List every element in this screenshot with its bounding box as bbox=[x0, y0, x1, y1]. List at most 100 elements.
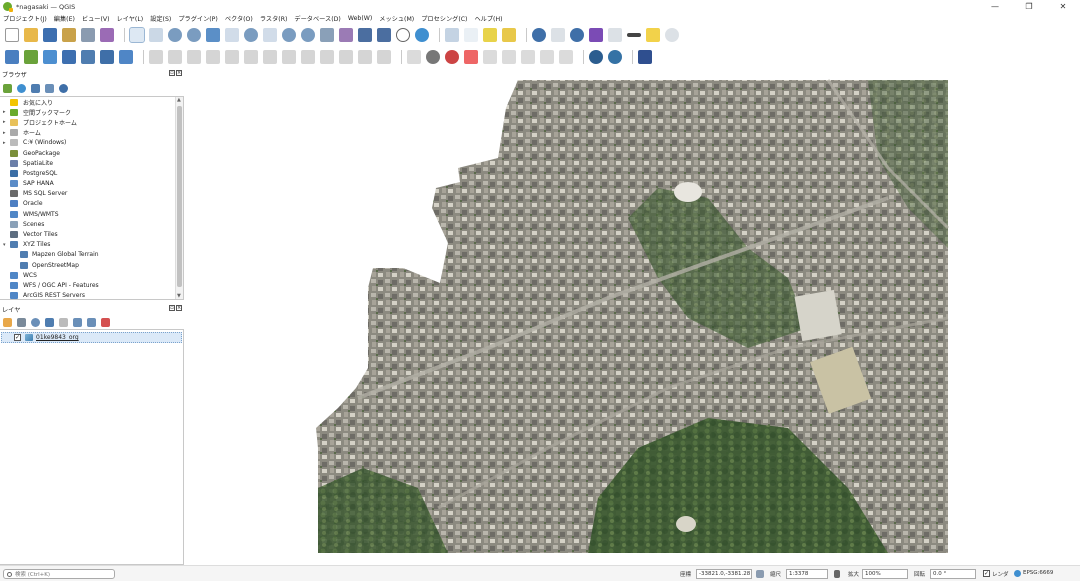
zoom-next-icon[interactable] bbox=[301, 28, 315, 42]
crs-button[interactable]: EPSG:6669 bbox=[1023, 570, 1053, 576]
crs-globe-icon[interactable] bbox=[1014, 570, 1021, 577]
browser-item[interactable]: WMS/WMTS bbox=[0, 209, 183, 219]
show-bookmarks-icon[interactable] bbox=[377, 28, 391, 42]
remove-layer-icon[interactable] bbox=[101, 317, 110, 327]
browser-item[interactable]: Vector Tiles bbox=[0, 229, 183, 239]
zoom-out-icon[interactable] bbox=[187, 28, 201, 42]
browser-item[interactable]: ▸ プロジェクトホーム bbox=[0, 117, 183, 127]
rotate-label-icon[interactable] bbox=[502, 50, 516, 64]
browser-item[interactable]: ▸ 空間ブックマーク bbox=[0, 107, 183, 117]
undo-icon[interactable] bbox=[358, 50, 372, 64]
toggle-editing-icon[interactable] bbox=[168, 50, 182, 64]
add-feature-icon[interactable] bbox=[225, 50, 239, 64]
menu-mesh[interactable]: メッシュ(M) bbox=[379, 14, 414, 23]
manage-map-themes-icon[interactable] bbox=[31, 317, 40, 327]
open-field-calculator-icon[interactable] bbox=[608, 28, 622, 42]
maximize-button[interactable]: ❐ bbox=[1012, 0, 1046, 13]
menu-processing[interactable]: プロセシング(C) bbox=[421, 14, 467, 23]
browser-item[interactable]: PostgreSQL bbox=[0, 168, 183, 178]
processing-toolbox-icon[interactable] bbox=[570, 28, 584, 42]
menu-settings[interactable]: 設定(S) bbox=[150, 14, 171, 23]
add-vector-layer-icon[interactable] bbox=[43, 50, 57, 64]
add-group-icon[interactable] bbox=[17, 317, 26, 327]
filter-by-expression-icon[interactable] bbox=[59, 317, 68, 327]
select-by-value-icon[interactable] bbox=[464, 28, 478, 42]
float-panel-button[interactable]: ▫ bbox=[169, 305, 175, 311]
browser-item[interactable]: MS SQL Server bbox=[0, 189, 183, 199]
expand-all-icon[interactable] bbox=[73, 317, 82, 327]
highlight-pinned-labels-icon[interactable] bbox=[445, 50, 459, 64]
layer-name[interactable]: 01ke9843_org bbox=[36, 334, 79, 341]
current-edits-icon[interactable] bbox=[149, 50, 163, 64]
properties-info-icon[interactable] bbox=[59, 83, 68, 93]
browser-item[interactable]: OpenStreetMap bbox=[0, 260, 183, 270]
add-mesh-layer-icon[interactable] bbox=[81, 50, 95, 64]
new-geopackage-layer-icon[interactable] bbox=[24, 50, 38, 64]
close-panel-button[interactable]: × bbox=[176, 305, 182, 311]
collapsed-arrow-icon[interactable]: ▸ bbox=[3, 140, 6, 146]
scroll-down-arrow-icon[interactable]: ▼ bbox=[177, 293, 181, 299]
browser-item[interactable]: ▾ XYZ Tiles bbox=[0, 240, 183, 250]
collapse-all-icon[interactable] bbox=[45, 83, 54, 93]
modify-attributes-icon[interactable] bbox=[263, 50, 277, 64]
minimize-button[interactable]: — bbox=[978, 0, 1012, 13]
locator-search-input[interactable]: 検索 (Ctrl+K) bbox=[3, 569, 115, 579]
menu-project[interactable]: プロジェクト(J) bbox=[3, 14, 47, 23]
close-panel-button[interactable]: × bbox=[176, 70, 182, 76]
add-wms-layer-icon[interactable] bbox=[100, 50, 114, 64]
browser-item[interactable]: GeoPackage bbox=[0, 148, 183, 158]
copy-features-icon[interactable] bbox=[320, 50, 334, 64]
browser-scrollbar[interactable]: ▲ ▼ bbox=[175, 97, 183, 299]
menu-database[interactable]: データベース(D) bbox=[294, 14, 340, 23]
select-features-icon[interactable] bbox=[445, 28, 459, 42]
collapse-all-icon[interactable] bbox=[87, 317, 96, 327]
browser-item[interactable]: ▸ C:¥ (Windows) bbox=[0, 138, 183, 148]
label-properties-icon[interactable] bbox=[540, 50, 554, 64]
browser-item[interactable]: SpatiaLite bbox=[0, 158, 183, 168]
zoom-native-icon[interactable] bbox=[263, 28, 277, 42]
show-hide-labels-icon[interactable] bbox=[464, 50, 478, 64]
identify-features-icon[interactable] bbox=[532, 28, 546, 42]
delete-selected-icon[interactable] bbox=[282, 50, 296, 64]
zoom-in-icon[interactable] bbox=[168, 28, 182, 42]
select-by-location-icon[interactable] bbox=[502, 28, 516, 42]
float-panel-button[interactable]: ▫ bbox=[169, 70, 175, 76]
change-label-icon[interactable] bbox=[521, 50, 535, 64]
redo-icon[interactable] bbox=[377, 50, 391, 64]
refresh-icon[interactable] bbox=[17, 83, 26, 93]
qgis-cloud-icon[interactable] bbox=[589, 50, 603, 64]
browser-item[interactable]: Scenes bbox=[0, 219, 183, 229]
browser-item[interactable]: WFS / OGC API - Features bbox=[0, 280, 183, 290]
digitize-icon[interactable] bbox=[206, 50, 220, 64]
diagram-tool-icon[interactable] bbox=[559, 50, 573, 64]
layer-visibility-checkbox[interactable]: ✓ bbox=[14, 334, 21, 341]
cut-features-icon[interactable] bbox=[301, 50, 315, 64]
label-pin-icon[interactable] bbox=[426, 50, 440, 64]
browser-item[interactable]: ▸ ホーム bbox=[0, 128, 183, 138]
paste-features-icon[interactable] bbox=[339, 50, 353, 64]
scroll-up-arrow-icon[interactable]: ▲ bbox=[177, 97, 181, 103]
zoom-selection-icon[interactable] bbox=[225, 28, 239, 42]
collapsed-arrow-icon[interactable]: ▸ bbox=[3, 109, 6, 115]
refresh-icon[interactable] bbox=[415, 28, 429, 42]
render-checkbox[interactable]: ✓ bbox=[983, 570, 990, 577]
layer-row[interactable]: ✓ 01ke9843_org bbox=[1, 332, 182, 343]
new-spatial-bookmark-icon[interactable] bbox=[358, 28, 372, 42]
temporal-controller-icon[interactable] bbox=[396, 28, 410, 42]
browser-item[interactable]: Oracle bbox=[0, 199, 183, 209]
open-layer-styling-icon[interactable] bbox=[3, 317, 12, 327]
python-console-icon[interactable] bbox=[608, 50, 622, 64]
menu-raster[interactable]: ラスタ(R) bbox=[260, 14, 288, 23]
measure-line-icon[interactable] bbox=[627, 33, 641, 37]
magnifier-field[interactable]: 100% bbox=[862, 569, 908, 579]
new-print-layout-icon[interactable] bbox=[62, 28, 76, 42]
browser-item[interactable]: SAP HANA bbox=[0, 179, 183, 189]
lock-scale-icon[interactable] bbox=[834, 570, 840, 578]
filter-icon[interactable] bbox=[31, 83, 40, 93]
menu-view[interactable]: ビュー(V) bbox=[82, 14, 110, 23]
scale-field[interactable]: 1:3378 bbox=[786, 569, 828, 579]
add-selected-layers-icon[interactable] bbox=[3, 83, 12, 93]
menu-vector[interactable]: ベクタ(O) bbox=[225, 14, 253, 23]
layout-manager-icon[interactable] bbox=[81, 28, 95, 42]
new-map-view-icon[interactable] bbox=[320, 28, 334, 42]
